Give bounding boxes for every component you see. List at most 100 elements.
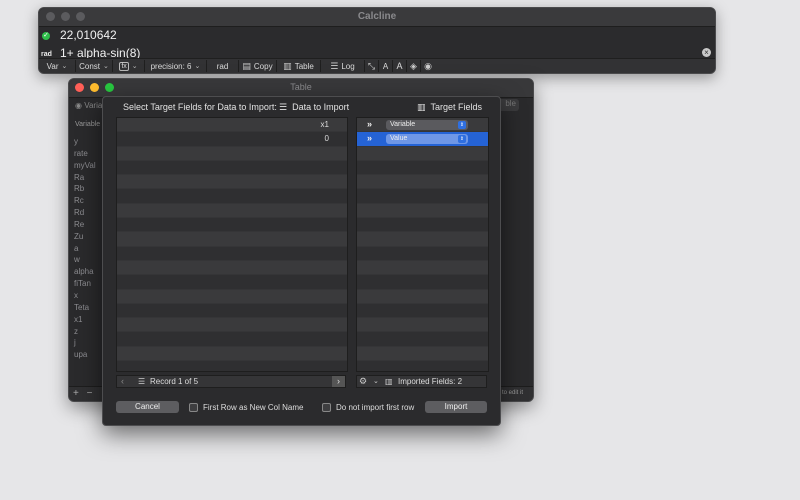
variable-list-item[interactable]: z [74,326,96,338]
function-dropdown[interactable]: fx ⌄ [113,60,145,72]
skip-first-row-checkbox[interactable] [322,403,331,412]
data-row [117,260,347,276]
remove-icon[interactable]: − [87,388,93,399]
skip-first-row-label: Do not import first row [336,403,415,412]
sheet-header: Select Target Fields for Data to Import:… [103,97,500,117]
target-field-label: Value [390,135,408,143]
log-icon: ☰ [330,60,339,71]
calcline-window: Calcline ✓ 22,010642 rad 1+ alpha-sin(8)… [38,7,716,74]
var-label: Var [46,61,59,71]
variable-list-item[interactable]: w [74,254,96,266]
fill-color-button[interactable]: ◈ [407,60,421,72]
list-icon: ☰ [279,102,288,112]
var-dropdown[interactable]: Var ⌄ [39,60,76,72]
target-field-row[interactable]: » Value ⇕ [357,132,488,147]
previous-record-button[interactable]: ‹ [121,376,124,386]
target-field-label: Variable [390,121,416,128]
sheet-instructions: Select Target Fields for Data to Import: [123,102,277,112]
data-row [117,146,347,161]
calcline-title: Calcline [357,11,397,22]
variable-list-item[interactable]: Teta [74,302,96,314]
font-larger-icon: A [396,61,403,71]
chevron-down-icon: ⌄ [131,63,138,70]
variable-list-item[interactable]: rate [74,148,96,160]
record-indicator: Record 1 of 5 [150,377,199,386]
next-record-button[interactable]: › [332,376,345,387]
data-to-import-label: Data to Import [292,102,350,112]
data-row [117,361,347,371]
variable-list-item[interactable]: Re [74,219,96,231]
target-field-row [357,260,488,276]
first-row-col-name-checkbox[interactable] [189,403,198,412]
font-larger-button[interactable]: A [393,60,407,72]
variable-list-item[interactable]: Ra [74,172,96,184]
target-fields-footer: ⚙ ⌄ ▥ Imported Fields: 2 [356,375,487,388]
map-arrow-icon: » [367,119,373,129]
variable-list-item[interactable]: alpha [74,266,96,278]
precision-dropdown[interactable]: precision: 6 ⌄ [145,60,207,72]
target-field-row[interactable]: » Variable ⇕ [357,118,488,133]
precision-label: precision: 6 [150,61,192,71]
skip-first-row-option[interactable]: Do not import first row [322,403,414,412]
copy-button[interactable]: ▤ Copy [239,60,277,72]
cancel-button[interactable]: Cancel [116,401,179,413]
columns-icon: ▥ [385,377,393,386]
angle-mode-button[interactable]: rad [207,60,239,72]
resize-button[interactable]: ⤡ [365,60,379,72]
target-field-row [357,361,488,371]
angle-mode-badge: rad [41,51,52,58]
variable-list-item[interactable]: a [74,243,96,255]
data-row: 0 [117,132,347,147]
target-field-row [357,318,488,333]
clear-icon[interactable]: × [702,48,711,57]
calcline-titlebar[interactable]: Calcline [39,8,715,27]
target-field-row [357,289,488,304]
data-row [117,275,347,290]
data-row [117,218,347,233]
target-field-row [357,203,488,219]
target-fields-list: » Variable ⇕ » Value ⇕ [356,117,489,372]
variable-list-item[interactable]: fiTan [74,278,96,290]
target-fields-label: Target Fields [430,102,482,112]
log-button[interactable]: ☰ Log [321,60,365,72]
data-row [117,332,347,347]
import-button[interactable]: Import [425,401,487,413]
variable-list-item[interactable]: Rc [74,195,96,207]
variable-list-item[interactable]: upa [74,349,96,361]
target-field-row [357,303,488,319]
variable-list-item[interactable]: Zu [74,231,96,243]
variable-list-item[interactable]: j [74,337,96,349]
target-field-select[interactable]: Value ⇕ [386,134,468,145]
radio-icon: ◉ [75,101,82,110]
const-dropdown[interactable]: Const ⌄ [76,60,113,72]
gear-icon[interactable]: ⚙ [359,376,367,387]
variable-list-item[interactable]: x [74,290,96,302]
angle-mode-label: rad [216,61,229,71]
data-row [117,232,347,247]
table-button[interactable]: ▥ Table [277,60,321,72]
columns-icon: ▥ [416,102,426,112]
target-field-select[interactable]: Variable ⇕ [386,120,468,130]
first-row-col-name-option[interactable]: First Row as New Col Name [189,403,303,412]
variable-list-item[interactable]: y [74,136,96,148]
result-value: 22,010642 [60,28,117,42]
data-row [117,303,347,319]
theme-button[interactable]: ◉ [421,60,435,72]
variables-radio[interactable]: ◉ Varia [75,101,102,110]
footer-hint: to edit it [501,390,523,396]
up-down-chevron-icon: ⇕ [458,135,466,144]
add-icon[interactable]: + [73,388,79,399]
data-to-import-list: x1 0 [116,117,348,372]
font-smaller-button[interactable]: A [379,60,393,72]
variable-list-item[interactable]: Rb [74,183,96,195]
variable-list-item[interactable]: myVal [74,160,96,172]
table-title: Table [290,82,312,92]
target-field-row [357,189,488,204]
variable-list-item[interactable]: Rd [74,207,96,219]
data-row [117,189,347,204]
variable-column-header: Variable [75,121,101,128]
chevron-down-icon[interactable]: ⌄ [373,377,379,385]
variable-list-item[interactable]: x1 [74,314,96,326]
list-icon: ☰ [138,377,146,386]
chevron-down-icon: ⌄ [61,63,68,70]
